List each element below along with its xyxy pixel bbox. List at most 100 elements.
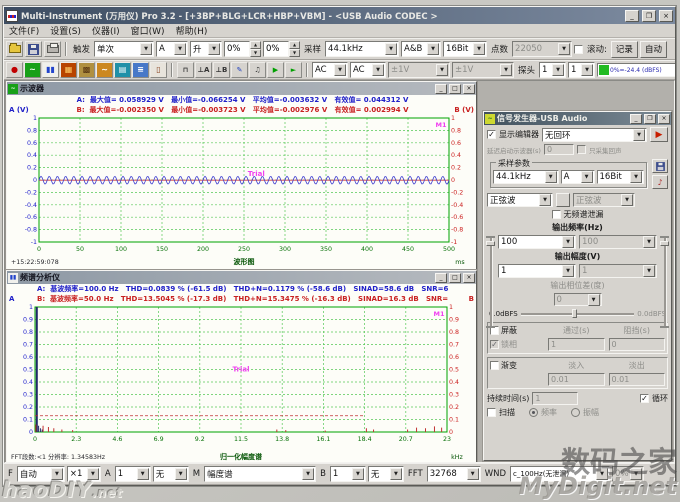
app-titlebar[interactable]: Multi-Instrument (万用仪) Pro 3.2 - [+3BP+B… xyxy=(4,7,675,24)
close-button[interactable]: × xyxy=(659,10,673,22)
maximize-button[interactable]: ❐ xyxy=(644,114,656,124)
chevron-down-icon[interactable]: ▼ xyxy=(352,468,364,480)
output-balance-slider[interactable] xyxy=(521,308,635,319)
minimize-button[interactable]: _ xyxy=(435,273,447,283)
loop-checkbox[interactable]: ✓ xyxy=(640,394,649,403)
gen-bits-select[interactable]: 16Bit▼ xyxy=(597,170,644,184)
save-file-icon[interactable] xyxy=(25,41,42,57)
probe-tool-icon[interactable]: ✎ xyxy=(231,62,248,78)
coupling-b-select[interactable]: AC▼ xyxy=(350,62,386,78)
zero-a-icon[interactable]: ⊥A xyxy=(195,62,212,78)
record-icon[interactable]: ● xyxy=(6,62,23,78)
channel-select[interactable]: A&B▼ xyxy=(401,41,441,57)
chevron-down-icon[interactable]: ▼ xyxy=(175,468,187,480)
chevron-down-icon[interactable]: ▼ xyxy=(562,236,574,248)
spin-down-icon[interactable]: ▼ xyxy=(250,49,261,57)
b-channel-select[interactable]: 1▼ xyxy=(330,466,366,482)
save-signal-icon[interactable] xyxy=(652,159,668,173)
chevron-down-icon[interactable]: ▼ xyxy=(372,64,384,76)
spectrum-plot[interactable]: 110.90.90.80.80.70.70.60.60.50.50.40.40.… xyxy=(9,304,476,462)
chevron-down-icon[interactable]: ▼ xyxy=(385,43,397,55)
close-button[interactable]: × xyxy=(463,273,475,283)
oscilloscope-icon[interactable]: ~ xyxy=(24,62,41,78)
speaker-icon[interactable]: ♫ xyxy=(249,62,266,78)
gen-rate-select[interactable]: 44.1kHz▼ xyxy=(493,170,559,184)
run-icon[interactable]: ▶ xyxy=(267,62,284,78)
bit-depth-select[interactable]: 16Bit▼ xyxy=(443,41,487,57)
gen-channel-select[interactable]: A▼ xyxy=(561,170,595,184)
chevron-down-icon[interactable]: ▼ xyxy=(390,468,402,480)
close-button[interactable]: × xyxy=(463,84,475,94)
maximize-button[interactable]: □ xyxy=(449,84,461,94)
chevron-down-icon[interactable]: ▼ xyxy=(473,43,485,55)
calibrate-icon[interactable]: ⊓ xyxy=(177,62,194,78)
chevron-down-icon[interactable]: ▼ xyxy=(581,171,593,183)
data-logger-icon[interactable]: ≡ xyxy=(132,62,149,78)
chevron-down-icon[interactable]: ▼ xyxy=(562,265,574,277)
chevron-down-icon[interactable]: ▼ xyxy=(552,64,564,76)
output-play-button[interactable]: ▶ xyxy=(650,127,668,142)
spin-up-icon[interactable]: ▲ xyxy=(250,41,261,49)
menu-item[interactable]: 仪器(I) xyxy=(92,24,120,37)
signal-generator-icon[interactable]: ∼ xyxy=(96,62,113,78)
coupling-a-select[interactable]: AC▼ xyxy=(312,62,348,78)
minimize-button[interactable]: _ xyxy=(630,114,642,124)
menu-item[interactable]: 窗口(W) xyxy=(131,24,165,37)
a-extra-select[interactable]: 无▼ xyxy=(153,466,189,482)
chevron-down-icon[interactable]: ▼ xyxy=(334,64,346,76)
amplitude-a-select[interactable]: 1▼ xyxy=(498,264,576,278)
spin-up-icon[interactable]: ▲ xyxy=(289,41,300,49)
chevron-down-icon[interactable]: ▼ xyxy=(427,43,439,55)
no-leakage-checkbox[interactable] xyxy=(552,210,561,219)
zero-b-icon[interactable]: ⊥B xyxy=(213,62,230,78)
roll-checkbox[interactable] xyxy=(574,45,583,54)
chevron-down-icon[interactable]: ▼ xyxy=(630,171,642,183)
multimeter-icon[interactable]: ▦ xyxy=(60,62,77,78)
chevron-down-icon[interactable]: ▼ xyxy=(208,43,220,55)
derived-data-icon[interactable]: ▯ xyxy=(150,62,167,78)
oscilloscope-plot[interactable]: 110.80.80.60.60.40.40.20.200-0.2-0.2-0.4… xyxy=(9,115,476,267)
spin-down-icon[interactable]: ▼ xyxy=(289,49,300,57)
hold-run-icon[interactable]: ► xyxy=(285,62,302,78)
probe-b-select[interactable]: 1▼ xyxy=(568,62,595,78)
trigger-delay-stepper[interactable]: 0%▲▼ xyxy=(263,41,300,57)
waveform-a-select[interactable]: 正弦波▼ xyxy=(487,193,553,207)
chevron-down-icon[interactable]: ▼ xyxy=(539,194,551,206)
output-level-slider-right[interactable] xyxy=(659,237,670,327)
minimize-button[interactable]: _ xyxy=(625,10,639,22)
trigger-edge-select[interactable]: 升▼ xyxy=(190,41,222,57)
trigger-source-select[interactable]: A▼ xyxy=(156,41,188,57)
device-test-plan-icon[interactable]: ▤ xyxy=(114,62,131,78)
chevron-down-icon[interactable]: ▼ xyxy=(302,468,314,480)
slider-handle[interactable] xyxy=(660,241,669,246)
slider-handle[interactable] xyxy=(486,241,495,246)
chevron-down-icon[interactable]: ▼ xyxy=(581,64,593,76)
chevron-down-icon[interactable]: ▼ xyxy=(467,468,479,480)
fft-size-select[interactable]: 32768▼ xyxy=(427,466,481,482)
trigger-mode-select[interactable]: 单次▼ xyxy=(94,41,154,57)
menu-item[interactable]: 文件(F) xyxy=(9,24,39,37)
show-editor-checkbox[interactable]: ✓ xyxy=(487,130,496,139)
b-extra-select[interactable]: 无▼ xyxy=(368,466,404,482)
maximize-button[interactable]: □ xyxy=(449,273,461,283)
menu-item[interactable]: 设置(S) xyxy=(50,24,81,37)
open-file-icon[interactable] xyxy=(6,41,23,57)
restore-button[interactable]: ❐ xyxy=(642,10,656,22)
close-button[interactable]: × xyxy=(658,114,670,124)
sample-rate-select[interactable]: 44.1kHz▼ xyxy=(325,41,399,57)
signal-generator-titlebar[interactable]: ∼ 信号发生器-USB Audio _ ❐ × xyxy=(484,112,671,125)
chevron-down-icon[interactable]: ▼ xyxy=(137,468,149,480)
sweep-checkbox[interactable] xyxy=(487,408,496,417)
music-note-icon[interactable]: ♪ xyxy=(652,175,668,189)
slider-handle[interactable] xyxy=(572,309,577,318)
chevron-down-icon[interactable]: ▼ xyxy=(174,43,186,55)
menu-item[interactable]: 帮助(H) xyxy=(176,24,208,37)
output-level-slider-left[interactable] xyxy=(485,237,496,327)
record-button[interactable]: 记录 xyxy=(611,41,638,58)
spectrum-3d-plot-icon[interactable]: ▩ xyxy=(78,62,95,78)
auto-button[interactable]: 自动 xyxy=(640,41,667,58)
frequency-a-select[interactable]: 100▼ xyxy=(498,235,576,249)
probe-a-select[interactable]: 1▼ xyxy=(539,62,566,78)
oscilloscope-titlebar[interactable]: ~ 示波器 _ □ × xyxy=(7,82,476,95)
chevron-down-icon[interactable]: ▼ xyxy=(545,171,557,183)
